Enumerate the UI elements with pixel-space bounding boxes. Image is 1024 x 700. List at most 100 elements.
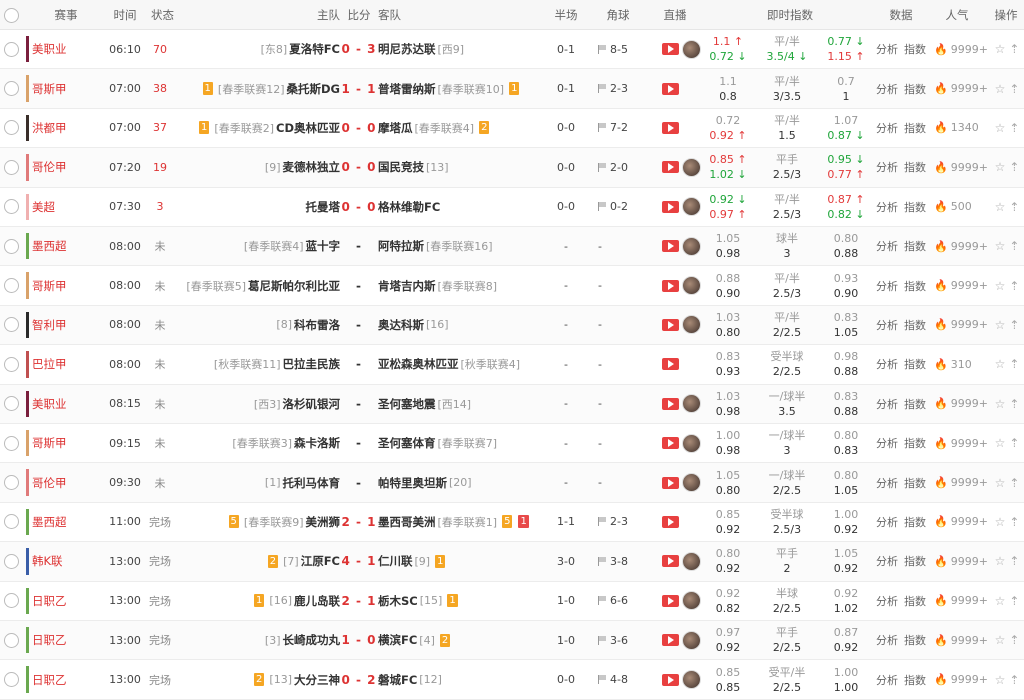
home-team[interactable]: [春季联赛4] 蓝十字: [180, 227, 340, 265]
streamer-avatar[interactable]: [682, 394, 701, 414]
league-name[interactable]: 哥斯甲: [26, 266, 86, 304]
analysis-link[interactable]: 分析: [876, 435, 898, 451]
league-label[interactable]: 哥斯甲: [32, 81, 67, 97]
row-checkbox[interactable]: [4, 621, 19, 659]
league-name[interactable]: 美职业: [26, 385, 86, 423]
row-checkbox[interactable]: [4, 660, 19, 698]
play-video-icon[interactable]: [662, 634, 679, 647]
home-team-name[interactable]: 麦德林独立: [283, 159, 341, 175]
favorite-star-icon[interactable]: ☆: [995, 279, 1006, 293]
row-checkbox[interactable]: [4, 148, 19, 186]
home-team[interactable]: [9] 麦德林独立: [180, 148, 340, 186]
checkbox-circle[interactable]: [4, 278, 19, 294]
away-team-name[interactable]: 国民竞技: [378, 159, 424, 175]
analysis-link[interactable]: 分析: [876, 514, 898, 530]
away-team-name[interactable]: 墨西哥美洲: [378, 514, 436, 530]
play-video-icon[interactable]: [662, 240, 679, 253]
away-team[interactable]: 国民竞技 [13]: [378, 148, 548, 186]
favorite-star-icon[interactable]: ☆: [995, 397, 1006, 411]
checkbox-circle[interactable]: [4, 593, 19, 609]
home-team-name[interactable]: 鹿儿岛联: [294, 593, 340, 609]
league-label[interactable]: 哥斯甲: [32, 278, 67, 294]
home-team-name[interactable]: 大分三神: [294, 672, 340, 688]
home-team[interactable]: [8] 科布雷洛: [180, 306, 340, 344]
pin-top-icon[interactable]: ⇡: [1009, 121, 1019, 135]
checkbox-circle[interactable]: [4, 632, 19, 648]
match-score[interactable]: 0 - 0: [340, 148, 378, 186]
row-checkbox[interactable]: [4, 463, 19, 501]
home-team[interactable]: [东8] 夏洛特FC: [180, 30, 340, 68]
live-stream[interactable]: [662, 109, 710, 147]
league-name[interactable]: 美超: [26, 188, 86, 226]
checkbox-circle[interactable]: [4, 317, 19, 333]
home-team[interactable]: [秋季联赛11] 巴拉圭民族: [180, 345, 340, 383]
away-team[interactable]: 摩塔瓜 [春季联赛4] 2: [378, 109, 548, 147]
match-score[interactable]: 2 - 1: [340, 582, 378, 620]
row-checkbox[interactable]: [4, 69, 19, 107]
match-score[interactable]: 2 - 1: [340, 503, 378, 541]
index-link[interactable]: 指数: [904, 159, 926, 175]
match-score[interactable]: -: [340, 385, 378, 423]
match-score[interactable]: 1 - 1: [340, 69, 378, 107]
pin-top-icon[interactable]: ⇡: [1009, 673, 1019, 687]
checkbox-circle[interactable]: [4, 159, 19, 175]
away-team[interactable]: 阿特拉斯 [春季联赛16]: [378, 227, 548, 265]
favorite-star-icon[interactable]: ☆: [995, 594, 1006, 608]
match-score[interactable]: 0 - 3: [340, 30, 378, 68]
home-team-name[interactable]: 夏洛特FC: [289, 41, 340, 57]
home-team-name[interactable]: 美洲狮: [306, 514, 341, 530]
streamer-avatar[interactable]: [682, 630, 701, 650]
header-odds[interactable]: 即时指数: [740, 0, 840, 30]
streamer-avatar[interactable]: [682, 591, 701, 611]
league-label[interactable]: 洪都甲: [32, 120, 67, 136]
pin-top-icon[interactable]: ⇡: [1009, 515, 1019, 529]
header-time[interactable]: 时间: [100, 0, 150, 30]
away-team-name[interactable]: 帕特里奥坦斯: [378, 475, 447, 491]
checkbox-circle[interactable]: [4, 475, 19, 491]
pin-top-icon[interactable]: ⇡: [1009, 436, 1019, 450]
away-team[interactable]: 仁川联 [9] 1: [378, 542, 548, 580]
home-team-name[interactable]: CD奥林匹亚: [276, 120, 340, 136]
away-team[interactable]: 明尼苏达联 [西9]: [378, 30, 548, 68]
play-video-icon[interactable]: [662, 358, 679, 371]
away-team[interactable]: 格林维勒FC: [378, 188, 548, 226]
away-team[interactable]: 磐城FC [12]: [378, 660, 548, 698]
away-team-name[interactable]: 普塔雷纳斯: [378, 81, 436, 97]
favorite-star-icon[interactable]: ☆: [995, 673, 1006, 687]
live-stream[interactable]: [662, 345, 710, 383]
away-team[interactable]: 肯塔吉内斯 [春季联赛8]: [378, 266, 548, 304]
home-team-name[interactable]: 江原FC: [301, 553, 340, 569]
away-team[interactable]: 圣何塞地震 [西14]: [378, 385, 548, 423]
analysis-link[interactable]: 分析: [876, 120, 898, 136]
analysis-link[interactable]: 分析: [876, 41, 898, 57]
away-team-name[interactable]: 圣何塞地震: [378, 396, 436, 412]
favorite-star-icon[interactable]: ☆: [995, 318, 1006, 332]
league-label[interactable]: 美超: [32, 199, 55, 215]
streamer-avatar[interactable]: [682, 433, 701, 453]
pin-top-icon[interactable]: ⇡: [1009, 82, 1019, 96]
checkbox-circle[interactable]: [4, 396, 19, 412]
analysis-link[interactable]: 分析: [876, 553, 898, 569]
live-stream[interactable]: [662, 148, 710, 186]
analysis-link[interactable]: 分析: [876, 238, 898, 254]
live-stream[interactable]: [662, 306, 710, 344]
away-team[interactable]: 圣何塞体育 [春季联赛7]: [378, 424, 548, 462]
home-team[interactable]: 1 [春季联赛2] CD奥林匹亚: [180, 109, 340, 147]
index-link[interactable]: 指数: [904, 672, 926, 688]
index-link[interactable]: 指数: [904, 317, 926, 333]
pin-top-icon[interactable]: ⇡: [1009, 160, 1019, 174]
away-team-name[interactable]: 横滨FC: [378, 632, 417, 648]
analysis-link[interactable]: 分析: [876, 356, 898, 372]
home-team[interactable]: [春季联赛3] 森卡洛斯: [180, 424, 340, 462]
live-stream[interactable]: [662, 503, 710, 541]
league-name[interactable]: 哥斯甲: [26, 69, 86, 107]
play-video-icon[interactable]: [662, 43, 679, 56]
row-checkbox[interactable]: [4, 30, 19, 68]
analysis-link[interactable]: 分析: [876, 475, 898, 491]
index-link[interactable]: 指数: [904, 41, 926, 57]
pin-top-icon[interactable]: ⇡: [1009, 633, 1019, 647]
league-name[interactable]: 哥伦甲: [26, 463, 86, 501]
league-name[interactable]: 美职业: [26, 30, 86, 68]
play-video-icon[interactable]: [662, 476, 679, 489]
live-stream[interactable]: [662, 69, 710, 107]
